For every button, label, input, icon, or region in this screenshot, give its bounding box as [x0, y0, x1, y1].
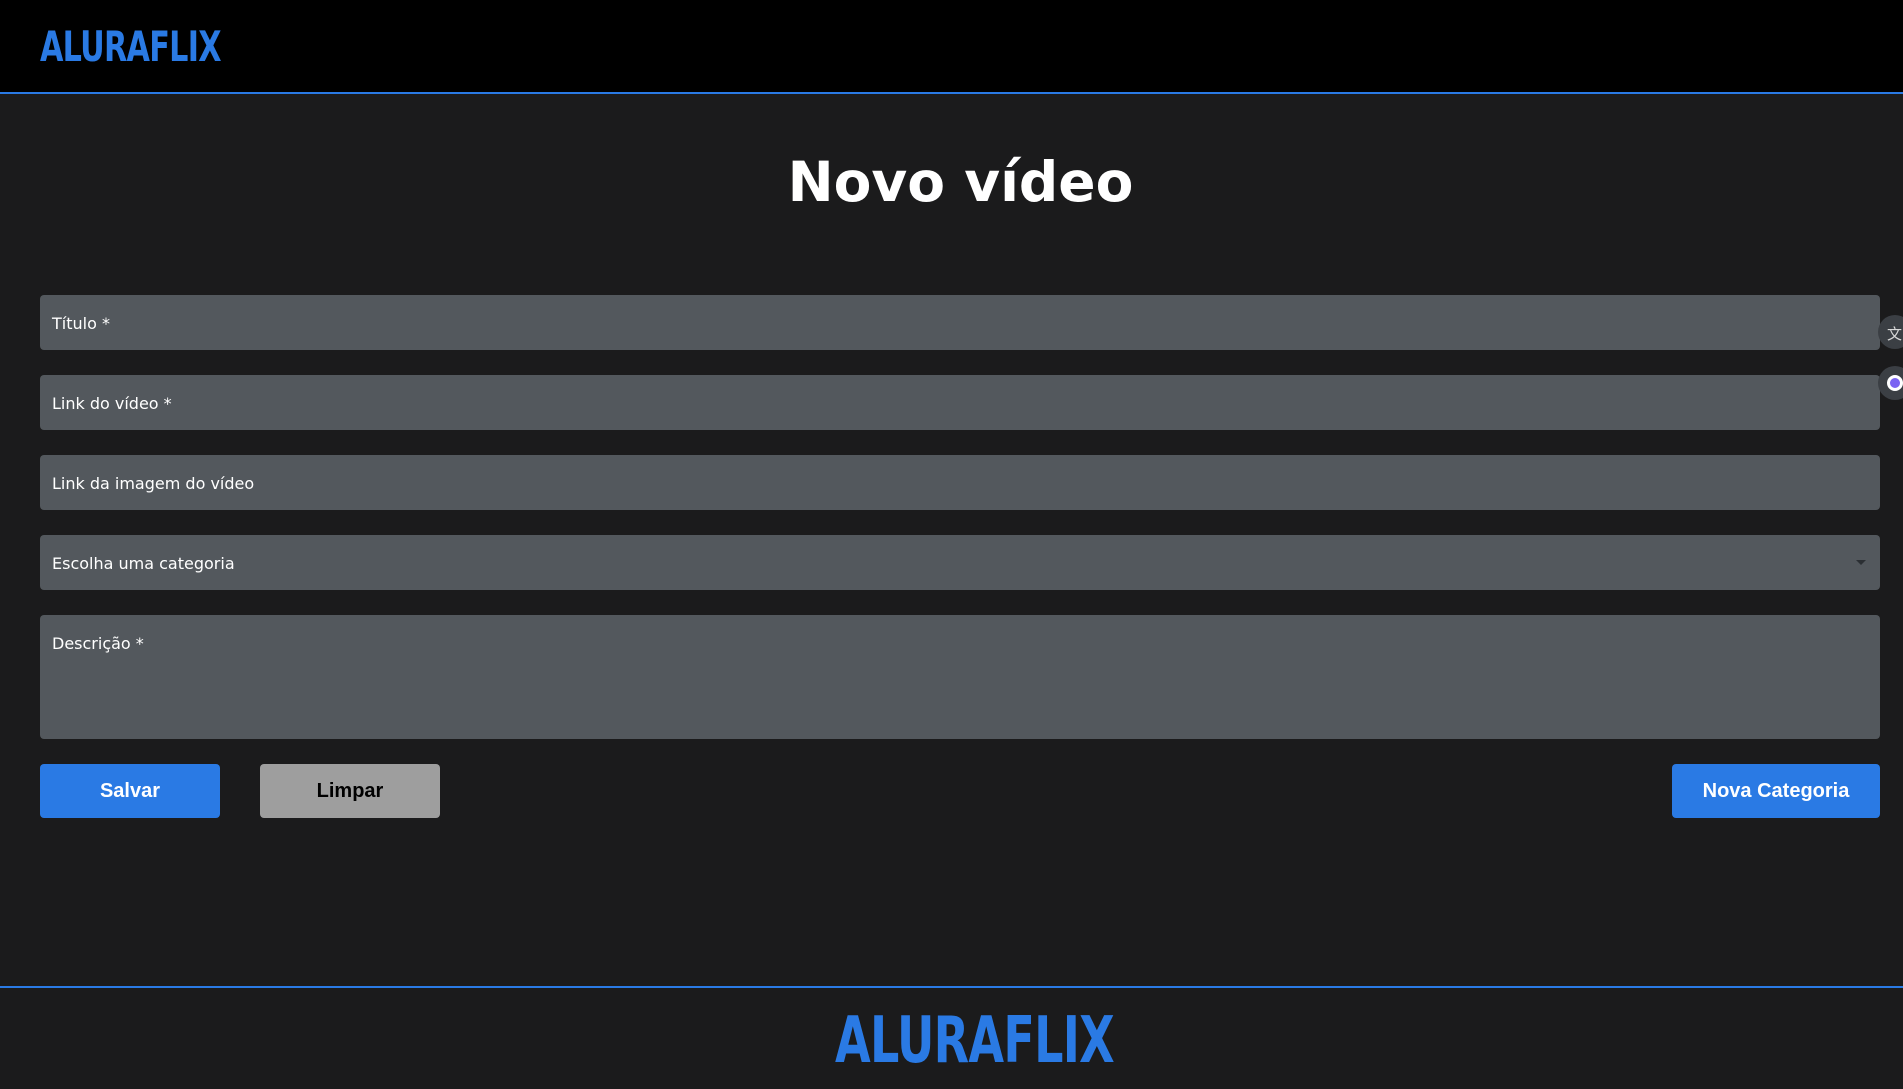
- assistant-widget[interactable]: [1878, 366, 1903, 400]
- page-title: Novo vídeo: [787, 150, 1134, 214]
- new-category-button[interactable]: Nova Categoria: [1672, 764, 1880, 818]
- category-select-label: Escolha uma categoria: [52, 554, 235, 573]
- description-textarea-label: Descrição *: [52, 634, 144, 653]
- header-logo[interactable]: ALURAFLIX: [40, 22, 222, 71]
- video-link-input[interactable]: Link do vídeo *: [40, 375, 1880, 430]
- clear-button[interactable]: Limpar: [260, 764, 440, 818]
- footer-logo[interactable]: ALURAFLIX: [835, 1004, 1115, 1078]
- video-link-input-label: Link do vídeo *: [52, 394, 172, 413]
- translate-widget[interactable]: 文: [1878, 315, 1903, 349]
- image-link-input-label: Link da imagem do vídeo: [52, 474, 255, 493]
- page-footer: ALURAFLIX: [0, 986, 1903, 1089]
- chevron-down-icon: [1856, 560, 1866, 565]
- title-input[interactable]: Título *: [40, 295, 1880, 350]
- description-textarea[interactable]: Descrição *: [40, 615, 1880, 739]
- title-input-label: Título *: [52, 314, 110, 333]
- top-header: ALURAFLIX: [0, 0, 1903, 94]
- category-select[interactable]: Escolha uma categoria: [40, 535, 1880, 590]
- translate-icon: 文: [1887, 325, 1903, 343]
- image-link-input[interactable]: Link da imagem do vídeo: [40, 455, 1880, 510]
- assistant-icon: [1887, 375, 1903, 391]
- save-button[interactable]: Salvar: [40, 764, 220, 818]
